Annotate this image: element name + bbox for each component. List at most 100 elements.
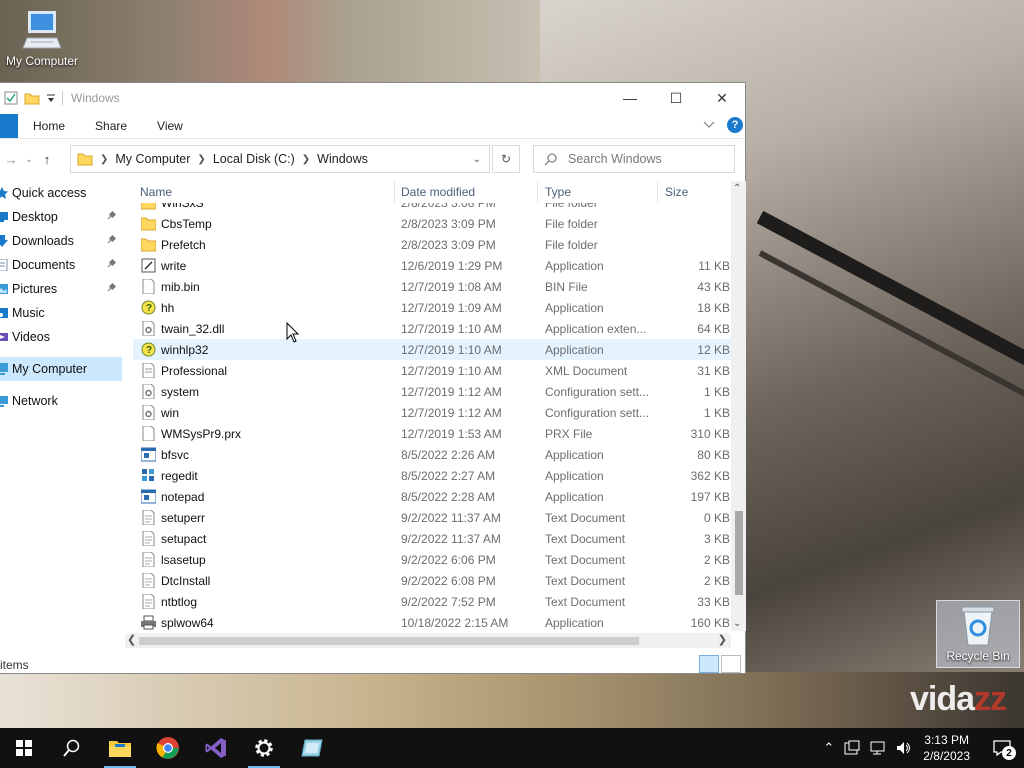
taskbar-visual-studio[interactable]: [192, 728, 240, 768]
file-row[interactable]: twain_32.dll 12/7/2019 1:10 AM Application…: [133, 318, 734, 339]
column-name[interactable]: Name: [140, 185, 172, 199]
file-row[interactable]: mib.bin 12/7/2019 1:08 AM BIN File 43 KB: [133, 276, 734, 297]
file-date-modified: 2/8/2023 3:09 PM: [401, 238, 496, 252]
file-row[interactable]: write 12/6/2019 1:29 PM Application 11 KB: [133, 255, 734, 276]
sidebar-item-quick-access[interactable]: Quick access: [0, 181, 122, 205]
file-row[interactable]: Professional 12/7/2019 1:10 AM XML Documen…: [133, 360, 734, 381]
address-dropdown-icon[interactable]: ⌄: [473, 154, 481, 165]
breadcrumb-windows[interactable]: Windows: [317, 152, 368, 166]
column-date-modified[interactable]: Date modified: [401, 185, 475, 199]
chevron-down-icon[interactable]: [46, 92, 56, 104]
file-row[interactable]: Prefetch 2/8/2023 3:09 PM File folder: [133, 234, 734, 255]
shield-icon[interactable]: [844, 740, 860, 756]
taskbar-app[interactable]: [288, 728, 336, 768]
file-row[interactable]: lsasetup 9/2/2022 6:06 PM Text Document 2 K…: [133, 549, 734, 570]
horizontal-scrollbar[interactable]: ❮ ❯: [125, 633, 731, 648]
pin-icon[interactable]: [107, 258, 117, 271]
scroll-left-icon[interactable]: ❮: [127, 633, 136, 646]
file-row[interactable]: setuperr 9/2/2022 11:37 AM Text Document 0 …: [133, 507, 734, 528]
desktop-icon-recycle-bin[interactable]: Recycle Bin: [936, 600, 1020, 668]
refresh-button[interactable]: ↻: [492, 145, 520, 173]
file-row[interactable]: WMSysPr9.prx 12/7/2019 1:53 AM PRX File 310…: [133, 423, 734, 444]
sidebar-item-pictures[interactable]: Pictures: [0, 277, 122, 301]
file-row[interactable]: ntbtlog 9/2/2022 7:52 PM Text Document 33 K…: [133, 591, 734, 612]
search-button[interactable]: [48, 728, 96, 768]
maximize-button[interactable]: ☐: [653, 83, 699, 113]
sidebar-item-desktop[interactable]: Desktop: [0, 205, 122, 229]
sidebar-item-network[interactable]: Network: [0, 389, 122, 413]
volume-icon[interactable]: [896, 740, 912, 756]
desktop-icon-my-computer[interactable]: My Computer: [0, 8, 84, 68]
action-center-button[interactable]: 2: [980, 728, 1024, 768]
minimize-button[interactable]: —: [607, 83, 653, 113]
scroll-down-icon[interactable]: ⌄: [733, 618, 741, 629]
start-button[interactable]: [0, 728, 48, 768]
sidebar-item-videos[interactable]: Videos: [0, 325, 122, 349]
address-bar[interactable]: ❯ My Computer ❯ Local Disk (C:) ❯ Window…: [70, 145, 490, 173]
vertical-scrollbar[interactable]: ⌃ ⌄: [731, 181, 746, 631]
column-type[interactable]: Type: [545, 185, 571, 199]
file-row[interactable]: win 12/7/2019 1:12 AM Configuration sett..…: [133, 402, 734, 423]
file-explorer-icon: [109, 741, 131, 757]
file-name: mib.bin: [161, 280, 200, 294]
file-size: 11 KB: [698, 259, 730, 273]
large-icons-view-button[interactable]: [721, 655, 741, 673]
title-bar[interactable]: Windows — ☐ ✕: [0, 83, 745, 113]
window-title: Windows: [62, 91, 120, 105]
file-size: 64 KB: [697, 322, 730, 336]
file-row[interactable]: splwow64 10/18/2022 2:15 AM Application 160…: [133, 612, 734, 631]
folder-icon: [140, 237, 157, 252]
file-row[interactable]: system 12/7/2019 1:12 AM Configuration set…: [133, 381, 734, 402]
file-row[interactable]: setupact 9/2/2022 11:37 AM Text Document 3 …: [133, 528, 734, 549]
file-row[interactable]: notepad 8/5/2022 2:28 AM Application 197 KB: [133, 486, 734, 507]
scrollbar-thumb[interactable]: [735, 511, 743, 595]
column-size[interactable]: Size: [665, 185, 688, 199]
file-row[interactable]: ? winhlp32 12/7/2019 1:10 AM Application 12 …: [133, 339, 734, 360]
pin-icon[interactable]: [107, 210, 117, 223]
taskbar-settings[interactable]: [240, 728, 288, 768]
expand-ribbon-icon[interactable]: [703, 121, 715, 129]
sidebar-item-music[interactable]: Music: [0, 301, 122, 325]
file-explorer-window[interactable]: Windows — ☐ ✕ Home Share View ? → ⌄ ↑ ❯ …: [0, 82, 746, 674]
sidebar-item-downloads[interactable]: Downloads: [0, 229, 122, 253]
back-arrow-icon[interactable]: →: [0, 152, 22, 167]
clock[interactable]: 3:13 PM 2/8/2023: [923, 732, 970, 764]
mouse-cursor-icon: [286, 322, 300, 343]
breadcrumb-separator[interactable]: ❯: [100, 154, 108, 165]
tab-share[interactable]: Share: [80, 119, 142, 133]
network-icon[interactable]: [870, 740, 886, 756]
tab-home[interactable]: Home: [18, 119, 80, 133]
file-tab[interactable]: [0, 113, 18, 138]
file-type: Application: [545, 490, 604, 504]
up-arrow-icon[interactable]: ↑: [36, 152, 58, 167]
taskbar-chrome[interactable]: [144, 728, 192, 768]
recent-locations-icon[interactable]: ⌄: [22, 154, 36, 165]
sidebar-item-my-computer[interactable]: My Computer: [0, 357, 122, 381]
show-hidden-icons-icon[interactable]: ⌃: [823, 740, 834, 756]
close-button[interactable]: ✕: [699, 83, 745, 113]
scroll-up-icon[interactable]: ⌃: [733, 183, 741, 194]
pin-icon[interactable]: [107, 234, 117, 247]
pin-icon[interactable]: [107, 282, 117, 295]
breadcrumb-local-disk[interactable]: Local Disk (C:): [213, 152, 295, 166]
scroll-right-icon[interactable]: ❯: [718, 633, 727, 646]
file-row[interactable]: CbsTemp 2/8/2023 3:09 PM File folder: [133, 213, 734, 234]
breadcrumb-separator[interactable]: ❯: [302, 154, 310, 165]
gear-icon: [255, 739, 273, 757]
taskbar-file-explorer[interactable]: [96, 728, 144, 768]
file-row[interactable]: DtcInstall 9/2/2022 6:08 PM Text Document 2…: [133, 570, 734, 591]
details-view-button[interactable]: [699, 655, 719, 673]
breadcrumb-my-computer[interactable]: My Computer: [115, 152, 190, 166]
file-row[interactable]: regedit 8/5/2022 2:27 AM Application 362 KB: [133, 465, 734, 486]
file-row[interactable]: bfsvc 8/5/2022 2:26 AM Application 80 KB: [133, 444, 734, 465]
sidebar-item-documents[interactable]: Documents: [0, 253, 122, 277]
tab-view[interactable]: View: [142, 119, 198, 133]
scrollbar-thumb[interactable]: [139, 637, 639, 645]
file-row[interactable]: WinSxS 2/8/2023 3:08 PM File folder: [133, 203, 734, 213]
breadcrumb-separator[interactable]: ❯: [197, 154, 205, 165]
search-input[interactable]: Search Windows: [533, 145, 735, 173]
new-folder-icon[interactable]: [24, 91, 40, 105]
properties-icon[interactable]: [4, 91, 18, 105]
file-row[interactable]: ? hh 12/7/2019 1:09 AM Application 18 KB: [133, 297, 734, 318]
help-icon[interactable]: ?: [727, 117, 743, 133]
